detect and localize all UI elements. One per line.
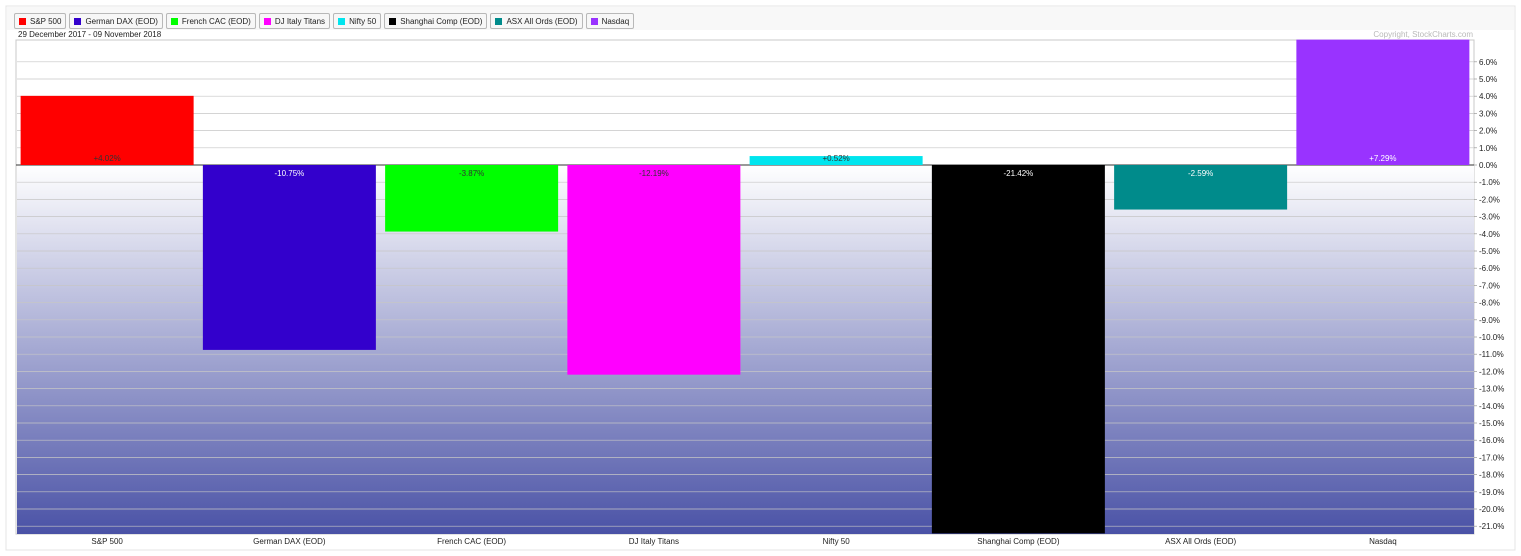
y-tick-label: -7.0% [1479, 281, 1500, 290]
y-tick-label: -1.0% [1479, 178, 1500, 187]
legend-item[interactable]: DJ Italy Titans [258, 13, 331, 29]
x-tick-label: ASX All Ords (EOD) [1165, 537, 1236, 546]
y-tick-label: -12.0% [1479, 367, 1504, 376]
legend-swatch [338, 17, 346, 25]
bar-value-label: +0.52% [822, 154, 849, 163]
legend-label: Nifty 50 [349, 16, 377, 26]
y-tick-label: -16.0% [1479, 436, 1504, 445]
y-tick-label: 4.0% [1479, 92, 1497, 101]
y-tick-label: -18.0% [1479, 471, 1504, 480]
bar[interactable] [931, 165, 1105, 534]
y-tick-label: -3.0% [1479, 213, 1500, 222]
x-tick-label: German DAX (EOD) [253, 537, 326, 546]
y-tick-label: -19.0% [1479, 488, 1504, 497]
y-tick-label: -9.0% [1479, 316, 1500, 325]
legend-label: French CAC (EOD) [181, 16, 251, 26]
y-tick-label: -4.0% [1479, 230, 1500, 239]
legend-item[interactable]: S&P 500 [14, 13, 67, 29]
y-tick-label: 5.0% [1479, 75, 1497, 84]
y-tick-label: -10.0% [1479, 333, 1504, 342]
legend-label: Shanghai Comp (EOD) [400, 16, 483, 26]
y-tick-label: 3.0% [1479, 109, 1497, 118]
legend-item[interactable]: Nasdaq [585, 13, 635, 29]
legend-item[interactable]: Nifty 50 [333, 13, 382, 29]
y-tick-label: 6.0% [1479, 58, 1497, 67]
y-tick-label: -8.0% [1479, 299, 1500, 308]
legend-label: DJ Italy Titans [274, 16, 326, 26]
bar[interactable] [202, 165, 376, 350]
legend-swatch [389, 17, 397, 25]
legend-swatch [263, 17, 271, 25]
bar-value-label: -3.87% [459, 169, 484, 178]
x-tick-label: S&P 500 [91, 537, 123, 546]
y-tick-label: -6.0% [1479, 264, 1500, 273]
x-axis-ticks: S&P 500 German DAX (EOD) French CAC (EOD) D… [91, 537, 1396, 546]
legend-item[interactable]: Shanghai Comp (EOD) [384, 13, 488, 29]
bar-value-label: +7.29% [1369, 154, 1396, 163]
legend-label: Nasdaq [601, 16, 630, 26]
legend-swatch [590, 17, 598, 25]
bar[interactable] [567, 165, 741, 375]
y-tick-label: -2.0% [1479, 195, 1500, 204]
bar-value-label: -12.19% [639, 169, 669, 178]
x-tick-label: DJ Italy Titans [629, 537, 679, 546]
y-tick-label: 0.0% [1479, 161, 1497, 170]
legend-label: German DAX (EOD) [85, 16, 158, 26]
y-axis-ticks: 6.0% 5.0% 4.0% 3.0% 2.0% 1.0% 0.0% -1.0% -2.0% -3… [1474, 58, 1504, 531]
x-tick-label: Shanghai Comp (EOD) [977, 537, 1060, 546]
y-tick-label: -21.0% [1479, 522, 1504, 531]
x-tick-label: French CAC (EOD) [437, 537, 506, 546]
legend-swatch [170, 17, 178, 25]
y-tick-label: -13.0% [1479, 385, 1504, 394]
legend-swatch [495, 17, 503, 25]
x-tick-label: Nifty 50 [823, 537, 851, 546]
legend-swatch [19, 17, 26, 25]
x-tick-label: Nasdaq [1369, 537, 1397, 546]
y-tick-label: -20.0% [1479, 505, 1504, 514]
copyright-text: Copyright, StockCharts.com [1373, 30, 1473, 39]
legend-swatch [74, 17, 82, 25]
chart-svg: +4.02% -10.75% -3.87% -12.19% +0.52% -21.42% -… [5, 5, 1516, 551]
bar-value-label: +4.02% [93, 154, 120, 163]
legend-label: ASX All Ords (EOD) [506, 16, 578, 26]
y-tick-label: -14.0% [1479, 402, 1504, 411]
bar-value-label: -2.59% [1188, 169, 1213, 178]
legend-item[interactable]: ASX All Ords (EOD) [490, 13, 583, 29]
date-range-label: 29 December 2017 - 09 November 2018 [18, 30, 162, 39]
legend-item[interactable]: German DAX (EOD) [69, 13, 163, 29]
y-tick-label: -5.0% [1479, 247, 1500, 256]
bar[interactable] [1296, 39, 1470, 165]
legend-item[interactable]: French CAC (EOD) [165, 13, 256, 29]
y-tick-label: 2.0% [1479, 127, 1497, 136]
y-tick-label: 1.0% [1479, 144, 1497, 153]
y-tick-label: -15.0% [1479, 419, 1504, 428]
y-tick-label: -11.0% [1479, 350, 1504, 359]
legend-label: S&P 500 [30, 16, 62, 26]
bar-value-label: -21.42% [1003, 169, 1033, 178]
bar-value-label: -10.75% [274, 169, 304, 178]
legend: S&P 500 German DAX (EOD) French CAC (EOD) D… [14, 13, 635, 29]
y-tick-label: -17.0% [1479, 453, 1504, 462]
